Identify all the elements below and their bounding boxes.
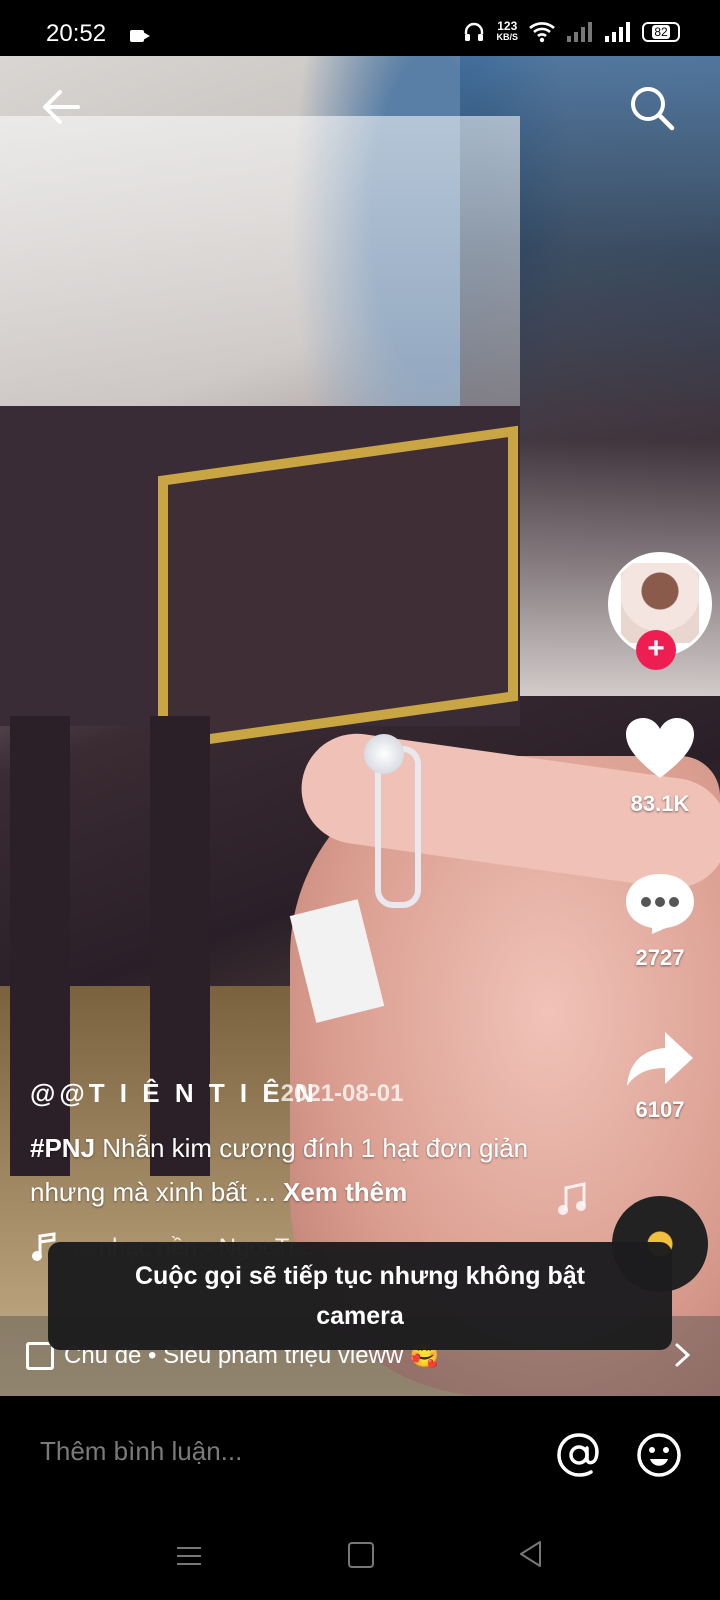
caption-text: Nhẫn kim cương đính 1 hạt đơn giản nhưng… <box>30 1133 529 1207</box>
comment-bar: Thêm bình luận... <box>0 1396 720 1512</box>
playlist-icon <box>26 1342 54 1370</box>
wifi-icon <box>529 22 555 43</box>
home-icon[interactable] <box>348 1542 374 1568</box>
video-diamond <box>364 734 404 774</box>
video-cabinet-drawer <box>158 425 518 752</box>
network-speed-unit: KB/S <box>496 32 518 42</box>
comment-button[interactable]: 2727 <box>610 872 710 971</box>
nav-back-icon[interactable] <box>518 1540 542 1568</box>
recent-apps-icon[interactable] <box>176 1546 202 1566</box>
signal-icon-1 <box>567 22 592 42</box>
share-count: 6107 <box>635 1097 685 1122</box>
chevron-right-icon <box>675 1343 691 1367</box>
network-speed-value: 123 <box>497 19 518 33</box>
at-sign-icon[interactable] <box>556 1432 602 1478</box>
screen-record-icon <box>130 30 150 42</box>
status-icons: 123 KB/S 82 <box>462 18 680 46</box>
network-speed: 123 KB/S <box>496 19 518 43</box>
emoji-icon[interactable] <box>636 1432 682 1478</box>
comment-bubble-icon <box>626 874 694 934</box>
signal-icon-2 <box>605 22 630 42</box>
comment-count: 2727 <box>635 945 685 970</box>
caption-hashtag[interactable]: #PNJ <box>30 1133 95 1163</box>
battery-level: 82 <box>652 25 670 39</box>
like-count: 83.1K <box>630 791 690 816</box>
post-date: · 2021-08-01 <box>266 1080 404 1107</box>
toast-message: Cuộc gọi sẽ tiếp tục nhưng không bật cam… <box>134 1262 586 1330</box>
system-nav-bar <box>0 1512 720 1600</box>
heart-icon <box>626 718 694 778</box>
video-caption: #PNJ Nhẫn kim cương đính 1 hạt đơn giản … <box>30 1126 550 1214</box>
battery-indicator: 82 <box>642 22 680 42</box>
like-button[interactable]: 83.1K <box>610 716 710 817</box>
see-more-link[interactable]: Xem thêm <box>283 1177 407 1207</box>
follow-button[interactable]: + <box>636 630 676 670</box>
call-toast: Cuộc gọi sẽ tiếp tục nhưng không bật cam… <box>48 1242 672 1350</box>
status-time: 20:52 <box>46 20 107 47</box>
music-note-icon <box>558 1182 586 1215</box>
search-icon[interactable] <box>628 84 676 132</box>
headphones-icon <box>465 22 484 41</box>
status-bar: 20:52 123 KB/S 82 <box>0 0 720 56</box>
back-arrow-icon[interactable] <box>40 86 82 128</box>
comment-input[interactable]: Thêm bình luận... <box>40 1436 242 1467</box>
video-display-case <box>0 116 520 456</box>
share-button[interactable]: 6107 <box>610 1030 710 1123</box>
share-arrow-icon <box>627 1032 693 1086</box>
